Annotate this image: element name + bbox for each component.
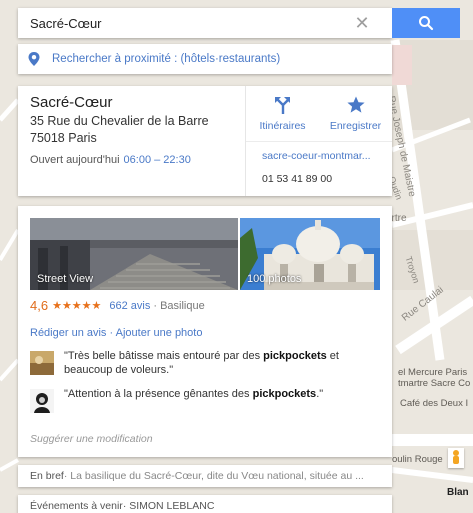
summary-text: · La basilique du Sacré-Cœur, dite du Vœ… [63, 470, 364, 482]
save-label: Enregistrer [329, 120, 382, 132]
events-row[interactable]: Événements à venir · SIMON LEBLANC [18, 495, 392, 513]
review-text: "Attention à la présence gênantes des pi… [64, 387, 323, 413]
place-info-card: Sacré-Cœur 35 Rue du Chevalier de la Bar… [18, 86, 392, 196]
phone-number: 01 53 41 89 00 [262, 173, 333, 185]
events-label: Événements à venir [30, 500, 123, 512]
review-snippet[interactable]: "Très belle bâtisse mais entouré par des… [30, 349, 380, 377]
rating-score: 4,6 [30, 298, 49, 313]
hours-label: Ouvert aujourd'hui [30, 154, 120, 166]
map-label-moulin-rouge[interactable]: oulin Rouge [392, 454, 443, 465]
reviews-link[interactable]: 662 avis [109, 300, 150, 312]
write-review-link[interactable]: Rédiger un avis [30, 327, 106, 339]
star-icon [346, 96, 365, 113]
search-nearby-text: Rechercher à proximité : (hôtels·restaur… [52, 53, 281, 65]
address-line-2: 75018 Paris [30, 131, 97, 145]
directions-label: Itinéraires [259, 120, 306, 132]
close-icon: ✕ [354, 12, 370, 33]
suggest-edit-link[interactable]: Suggérer une modification [30, 433, 380, 445]
action-buttons: Itinéraires Enregistrer [246, 86, 392, 142]
map-label-hotel[interactable]: el Mercure Paris tmartre Sacre Co [398, 367, 470, 389]
website-link[interactable]: sacre-coeur-montmar... [246, 142, 392, 162]
directions-button[interactable]: Itinéraires [246, 86, 319, 141]
review-text: "Très belle bâtisse mais entouré par des… [64, 349, 380, 377]
search-bar: ✕ [18, 8, 392, 38]
avatar [30, 351, 54, 375]
place-category: · Basilique [153, 299, 205, 312]
street-view-thumbnail[interactable]: Street View [30, 218, 238, 290]
review-snippet[interactable]: "Attention à la présence gênantes des pi… [30, 387, 380, 413]
review-text-part: "Attention à la présence gênantes des [64, 388, 253, 400]
map-label-hotel-line1: el Mercure Paris [398, 367, 468, 378]
rating-stars: ★★★★★ [52, 300, 102, 312]
map-pin-icon [28, 52, 40, 66]
avatar [30, 389, 54, 413]
review-highlight: pickpockets [263, 350, 327, 362]
events-text: · SIMON LEBLANC [122, 500, 215, 512]
review-actions: Rédiger un avis · Ajouter une photo [30, 327, 380, 339]
rating-row: 4,6 ★★★★★ 662 avis · Basilique [30, 298, 380, 313]
photos-thumbnail[interactable]: 100 photos [240, 218, 380, 290]
map-label-blan: Blan [447, 487, 469, 498]
directions-icon [274, 97, 290, 114]
map-label-hotel-line2: tmartre Sacre Co [398, 378, 471, 389]
search-button[interactable] [392, 8, 460, 38]
save-button[interactable]: Enregistrer [319, 86, 392, 141]
review-text-part: "Très belle bâtisse mais entouré par des [64, 350, 264, 362]
review-text-part: ." [316, 388, 324, 400]
add-photo-link[interactable]: Ajouter une photo [116, 327, 203, 339]
place-title: Sacré-Cœur [30, 94, 113, 111]
search-input[interactable] [18, 9, 348, 37]
place-details: Sacré-Cœur 35 Rue du Chevalier de la Bar… [18, 86, 245, 196]
place-actions-panel: Itinéraires Enregistrer sacre-coeur-mont… [245, 86, 392, 196]
clear-search-button[interactable]: ✕ [348, 9, 376, 37]
search-icon [419, 16, 434, 31]
place-panel: Rechercher à proximité : (hôtels·restaur… [18, 44, 392, 513]
search-nearby-link[interactable]: Rechercher à proximité : (hôtels·restaur… [18, 44, 392, 74]
summary-row[interactable]: En bref · La basilique du Sacré-Cœur, di… [18, 465, 392, 487]
summary-label: En bref [30, 470, 64, 482]
opening-hours[interactable]: Ouvert aujourd'hui 06:00 – 22:30 [30, 154, 245, 166]
street-view-label: Street View [37, 273, 94, 285]
review-links-separator: · [109, 327, 114, 339]
pegman-icon[interactable] [448, 448, 464, 468]
review-highlight: pickpockets [252, 388, 317, 400]
photos-count-label: 100 photos [247, 273, 302, 285]
map-label-cafe[interactable]: Café des Deux I [400, 398, 468, 409]
hours-value: 06:00 – 22:30 [123, 154, 191, 166]
photo-strip: Street View 100 photos [30, 218, 380, 290]
address-line-1: 35 Rue du Chevalier de la Barre [30, 114, 209, 128]
place-details-card: Street View 100 photos 4,6 ★★★★★ 662 avi… [18, 206, 392, 457]
